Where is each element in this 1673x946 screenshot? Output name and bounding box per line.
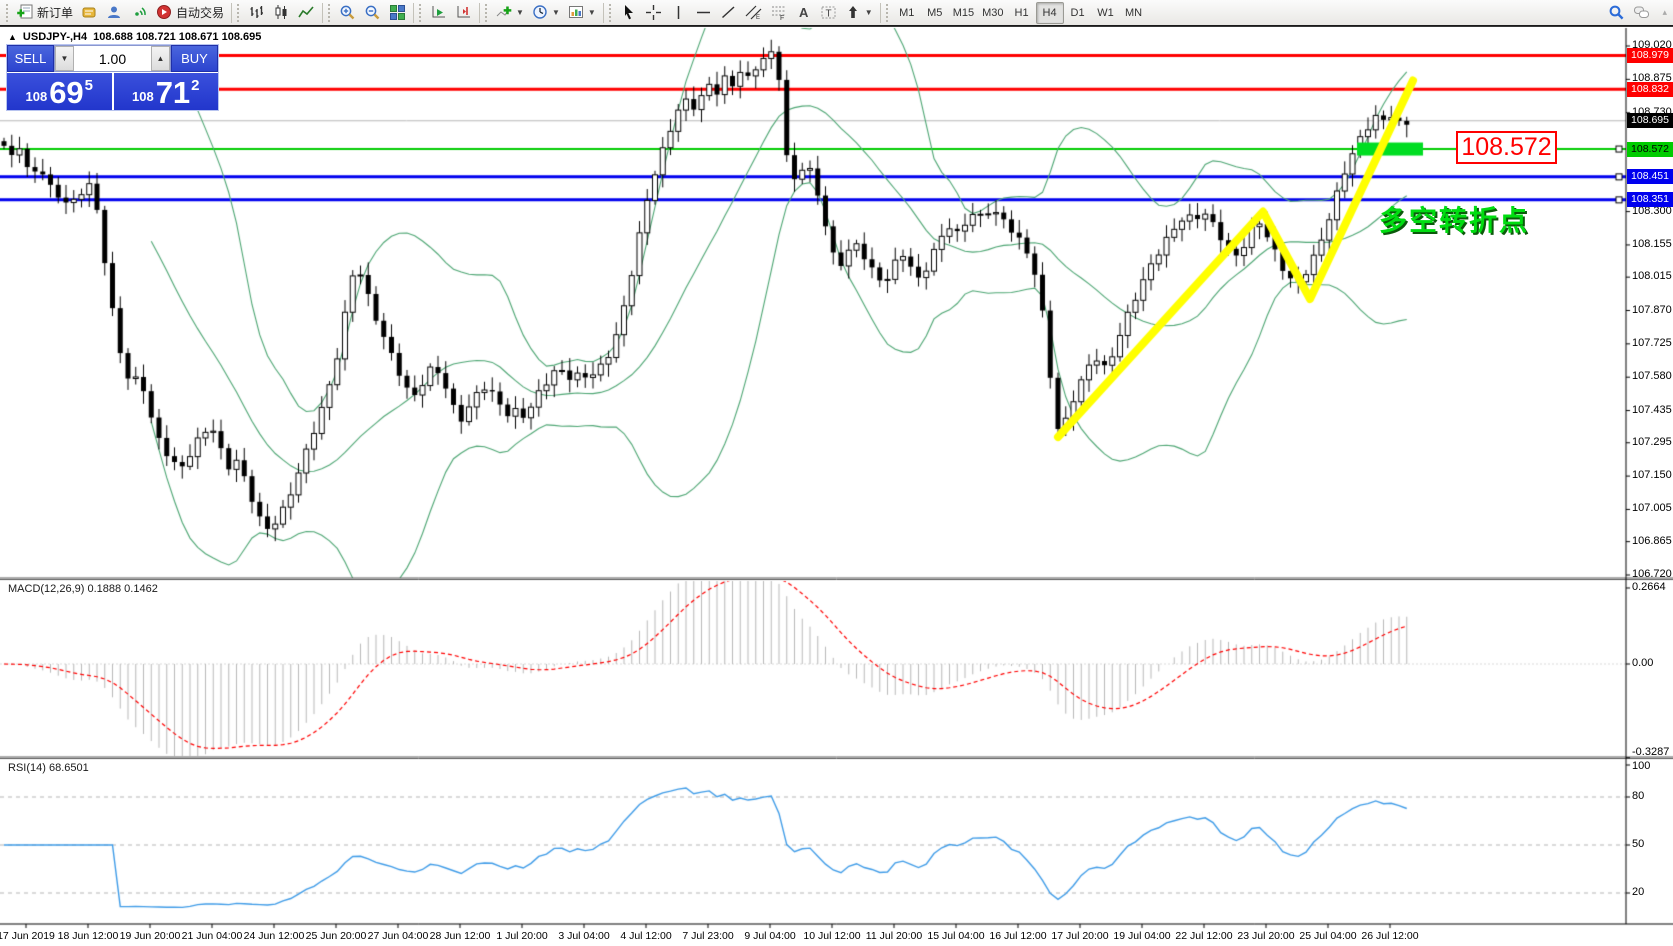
one-click-trade-panel: SELL ▼ 1.00 ▲ BUY 108 69 5 108 71 2: [6, 44, 219, 111]
pivot-point-annotation[interactable]: 多空转折点: [1379, 199, 1529, 239]
buy-price-big: 71: [156, 78, 190, 108]
price-callout-box[interactable]: 108.572: [1456, 131, 1557, 164]
sell-price-big: 69: [49, 78, 83, 108]
buy-price-prefix: 108: [132, 89, 154, 104]
trade-panel-controls: SELL ▼ 1.00 ▲ BUY: [7, 45, 218, 72]
chart-header: ▲ USDJPY-,H4 108.688 108.721 108.671 108…: [8, 31, 261, 43]
price-chart[interactable]: [0, 0, 1673, 946]
volume-down-button[interactable]: ▼: [55, 46, 74, 71]
buy-price-tile[interactable]: 108 71 2: [114, 73, 219, 110]
volume-field[interactable]: 1.00: [74, 46, 151, 71]
volume-up-button[interactable]: ▲: [151, 46, 170, 71]
collapse-icon[interactable]: ▲: [8, 32, 17, 42]
trade-panel-prices: 108 69 5 108 71 2: [7, 73, 218, 110]
volume-stepper: ▼ 1.00 ▲: [54, 45, 171, 72]
sell-price-tile[interactable]: 108 69 5: [7, 73, 112, 110]
sell-price-sup: 5: [85, 77, 93, 94]
buy-button[interactable]: BUY: [171, 45, 218, 72]
macd-indicator-label: MACD(12,26,9) 0.1888 0.1462: [8, 583, 158, 595]
sell-button[interactable]: SELL: [7, 45, 54, 72]
sell-price-prefix: 108: [25, 89, 47, 104]
chart-title: USDJPY-,H4: [23, 31, 87, 43]
rsi-indicator-label: RSI(14) 68.6501: [8, 762, 89, 774]
mt4-window: 新订单自动交易▼▼▼EFAT▼M1M5M15M30H1H4D1W1MN ▴ ▲ …: [0, 0, 1673, 946]
buy-price-sup: 2: [191, 77, 199, 94]
chart-ohlc-values: 108.688 108.721 108.671 108.695: [93, 31, 261, 43]
